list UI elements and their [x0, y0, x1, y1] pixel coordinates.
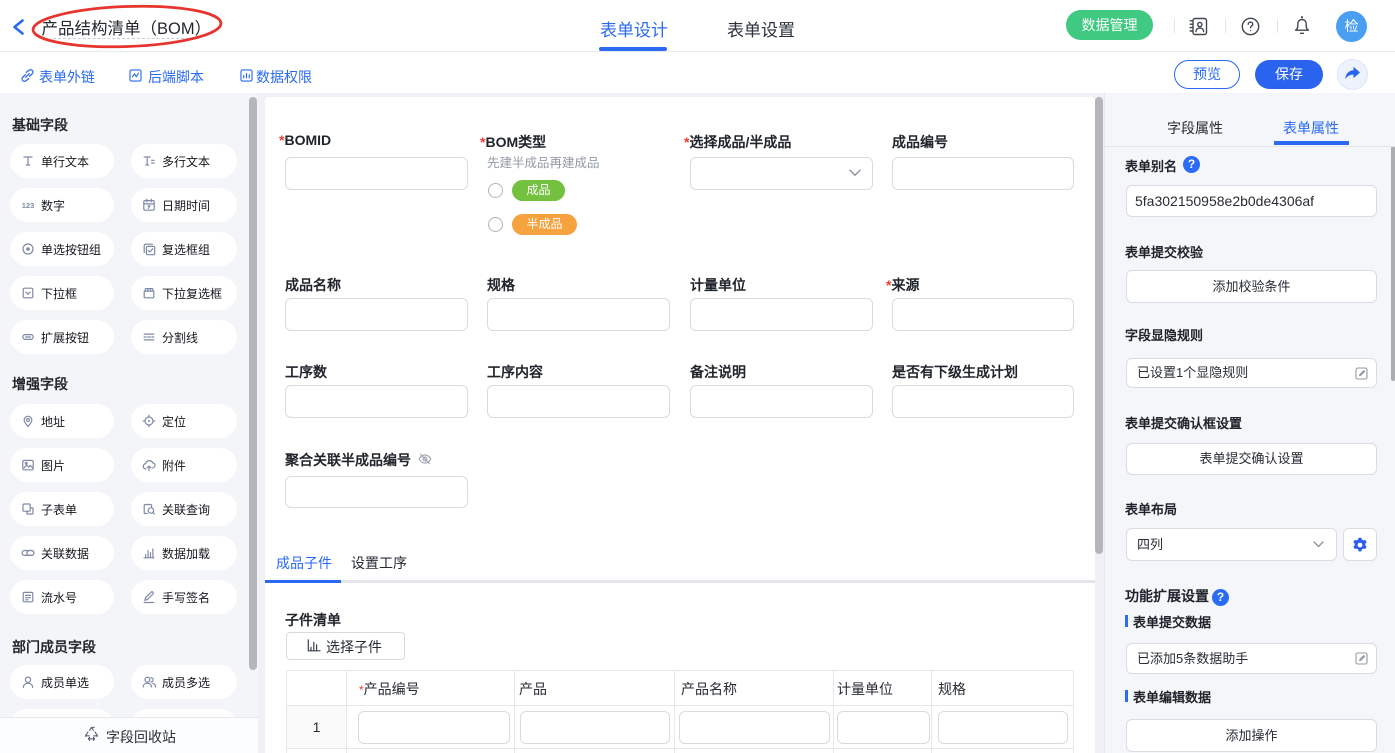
svg-text:123: 123	[22, 201, 35, 210]
